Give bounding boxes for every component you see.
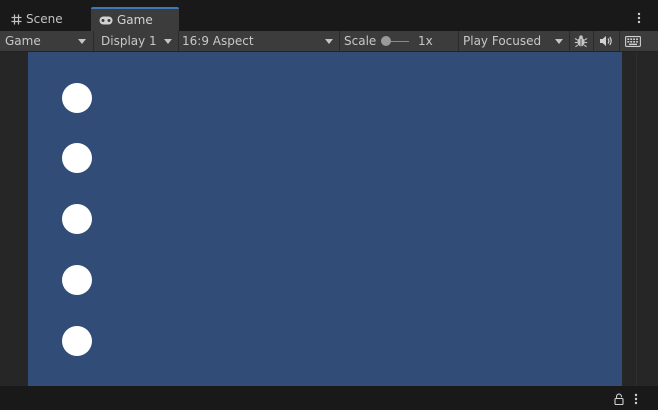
- chevron-down-icon: [164, 39, 172, 44]
- aspect-value: 16:9 Aspect: [182, 34, 254, 48]
- grid-icon: [11, 14, 22, 25]
- view-mode-dropdown[interactable]: Game: [1, 31, 91, 51]
- white-dot: [62, 83, 92, 113]
- letterbox-left: [0, 52, 28, 386]
- toolbar-divider: [93, 31, 94, 51]
- chevron-down-icon: [555, 39, 563, 44]
- display-dropdown[interactable]: Display 1: [97, 31, 177, 51]
- letterbox-divider: [636, 52, 637, 386]
- lock-icon[interactable]: [613, 392, 625, 406]
- tab-bar: Scene Game: [0, 0, 658, 31]
- tab-game[interactable]: Game: [91, 7, 179, 31]
- letterbox-right: [622, 52, 658, 386]
- scale-control: Scale 1x: [340, 31, 458, 51]
- tab-scene-label: Scene: [26, 12, 63, 26]
- gamepad-icon: [99, 16, 113, 25]
- scale-slider-handle[interactable]: [381, 36, 391, 46]
- chevron-down-icon: [78, 39, 86, 44]
- toolbar-divider: [593, 31, 594, 51]
- keyboard-icon[interactable]: [621, 31, 645, 51]
- white-dot: [62, 326, 92, 356]
- more-vertical-icon[interactable]: [631, 392, 641, 406]
- white-dot: [62, 265, 92, 295]
- tab-game-label: Game: [117, 13, 153, 27]
- white-dot: [62, 204, 92, 234]
- scale-label: Scale: [344, 34, 377, 48]
- game-window: Scene Game Game Display 1 16:9 Aspect Sc…: [0, 0, 658, 410]
- scale-value: 1x: [418, 34, 433, 48]
- toolbar-divider: [619, 31, 620, 51]
- view-mode-value: Game: [5, 34, 41, 48]
- tab-more-icon[interactable]: [634, 10, 644, 26]
- chevron-down-icon: [325, 39, 333, 44]
- play-mode-value: Play Focused: [463, 34, 542, 48]
- display-value: Display 1: [101, 34, 157, 48]
- toolbar-divider: [569, 31, 570, 51]
- aspect-dropdown[interactable]: 16:9 Aspect: [178, 31, 338, 51]
- tab-scene[interactable]: Scene: [5, 7, 89, 31]
- white-dot: [62, 143, 92, 173]
- bug-icon[interactable]: [571, 31, 591, 51]
- status-bar: [0, 386, 658, 410]
- play-mode-dropdown[interactable]: Play Focused: [459, 31, 568, 51]
- game-toolbar: Game Display 1 16:9 Aspect Scale 1x Play…: [0, 31, 658, 52]
- game-view[interactable]: [28, 52, 622, 386]
- speaker-icon[interactable]: [595, 31, 617, 51]
